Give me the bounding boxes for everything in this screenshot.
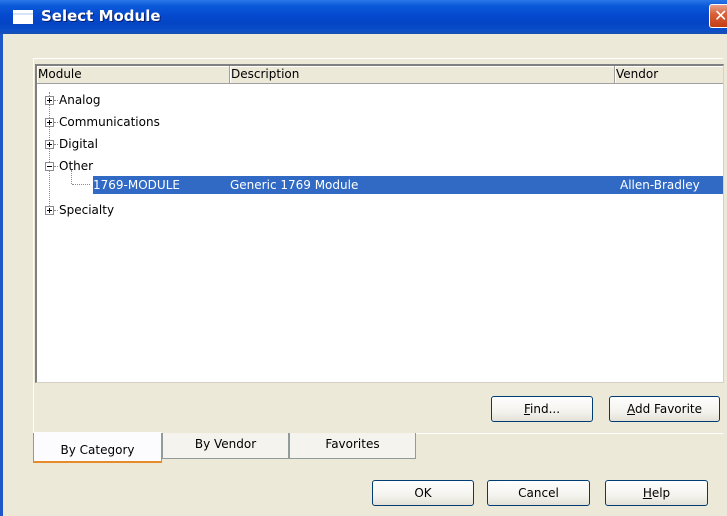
close-icon: ✕: [714, 6, 727, 25]
window-frame-left: [0, 34, 3, 516]
help-button[interactable]: Help: [605, 480, 708, 506]
column-header-module[interactable]: Module: [37, 66, 230, 84]
tab-by-vendor[interactable]: By Vendor: [162, 433, 289, 459]
title-bar[interactable]: Select Module ✕: [0, 0, 727, 34]
tab-favorites[interactable]: Favorites: [289, 433, 416, 459]
column-header-vendor[interactable]: Vendor: [615, 66, 723, 84]
tree-node-communications[interactable]: Communications: [37, 114, 723, 136]
plus-box-icon[interactable]: [45, 140, 54, 149]
dialog-title: Select Module: [41, 7, 161, 25]
tree-node-specialty[interactable]: Specialty: [37, 202, 723, 224]
add-favorite-button[interactable]: Add Favorite: [609, 396, 720, 422]
tab-strip-border-right: [416, 433, 723, 434]
plus-box-icon[interactable]: [45, 118, 54, 127]
tree-node-label: Specialty: [59, 203, 115, 217]
plus-box-icon[interactable]: [45, 206, 54, 215]
plus-box-icon[interactable]: [45, 96, 54, 105]
cancel-button[interactable]: Cancel: [487, 480, 590, 506]
column-header-description[interactable]: Description: [230, 66, 615, 84]
close-button[interactable]: ✕: [709, 4, 727, 28]
find-button[interactable]: Find...: [491, 396, 593, 422]
list-header: Module Description Vendor: [37, 66, 723, 84]
tree-child-branch: [72, 184, 90, 186]
select-module-dialog: Select Module ✕ Module Description Vendo…: [0, 0, 727, 516]
tree-node-label: Other: [59, 159, 94, 173]
minus-box-icon[interactable]: [45, 162, 54, 171]
window-icon: [13, 10, 33, 24]
tab-by-category[interactable]: By Category: [33, 432, 162, 463]
tree-node-label: Communications: [59, 115, 160, 129]
ok-button[interactable]: OK: [372, 480, 474, 506]
cell-vendor: Allen-Bradley: [620, 178, 700, 192]
module-list[interactable]: Module Description Vendor Analog Communi…: [35, 64, 724, 383]
cell-description: Generic 1769 Module: [230, 178, 359, 192]
cell-module: 1769-MODULE: [93, 178, 180, 192]
tree-node-digital[interactable]: Digital: [37, 136, 723, 158]
tree-node-label: Digital: [59, 137, 98, 151]
tree-node-label: Analog: [59, 93, 101, 107]
tree-node-analog[interactable]: Analog: [37, 92, 723, 114]
table-row-selected[interactable]: 1769-MODULE Generic 1769 Module Allen-Br…: [93, 176, 723, 194]
